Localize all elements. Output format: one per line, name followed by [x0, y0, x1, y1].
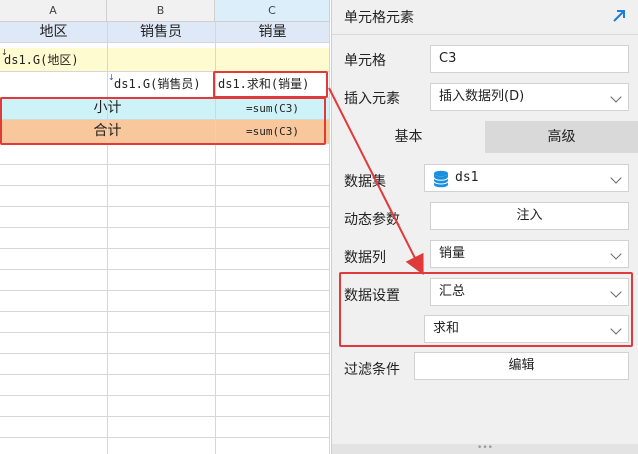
insert-element-value: 插入数据列(D) — [439, 89, 525, 104]
cell-b1[interactable]: 销售员 — [107, 22, 215, 43]
tab-bar: 基本 高级 — [332, 121, 638, 153]
cell-c3[interactable]: ds1.求和(销量) — [218, 74, 328, 95]
aggregate-function-dropdown[interactable]: 求和 — [424, 315, 629, 343]
data-row: ↓ ds1.G(销售员) ds1.求和(销量) — [0, 72, 330, 98]
dynamic-param-label: 动态参数 — [344, 212, 400, 228]
column-header-a[interactable]: A — [0, 0, 107, 22]
cell-a2[interactable]: ds1.G(地区) — [4, 50, 304, 71]
cell-a1[interactable]: 地区 — [0, 22, 107, 43]
tab-basic[interactable]: 基本 — [332, 121, 485, 153]
chevron-down-icon — [610, 248, 622, 260]
resize-handle[interactable]: ••• — [332, 444, 638, 454]
spreadsheet-grid[interactable]: A B C 地区 销售员 销量 ↓ ds1.G(地区) ↓ ds1.G(销售员)… — [0, 0, 330, 454]
grid-line — [107, 22, 108, 454]
data-setting-label: 数据设置 — [344, 288, 400, 304]
empty-row[interactable] — [0, 312, 330, 333]
chevron-down-icon — [610, 286, 622, 298]
data-column-dropdown[interactable]: 销量 — [430, 240, 629, 268]
cell-total-formula[interactable]: =sum(C3) — [215, 121, 330, 142]
empty-row[interactable] — [0, 228, 330, 249]
data-setting-dropdown[interactable]: 汇总 — [430, 278, 629, 306]
cell-b3[interactable]: ds1.G(销售员) — [114, 74, 214, 95]
data-setting-value: 汇总 — [439, 284, 466, 299]
empty-row[interactable] — [0, 144, 330, 165]
empty-row[interactable] — [0, 438, 330, 454]
database-icon — [433, 170, 449, 188]
chevron-down-icon — [610, 91, 622, 103]
insert-element-dropdown[interactable]: 插入数据列(D) — [430, 83, 629, 111]
cell-subtotal-formula[interactable]: =sum(C3) — [215, 98, 330, 119]
tab-advanced[interactable]: 高级 — [485, 121, 638, 153]
cell-element-panel: 单元格元素 单元格 C3 插入元素 插入数据列(D) 基本 高级 数据集 ds1… — [331, 0, 638, 454]
empty-row[interactable] — [0, 417, 330, 438]
region-row: ↓ ds1.G(地区) — [0, 48, 330, 72]
empty-row[interactable] — [0, 333, 330, 354]
empty-row[interactable] — [0, 354, 330, 375]
data-column-label: 数据列 — [344, 250, 386, 266]
cell-label: 单元格 — [344, 53, 386, 69]
aggregate-function-value: 求和 — [433, 321, 460, 336]
dataset-dropdown[interactable]: ds1 — [424, 164, 629, 192]
diagonal-arrow-icon[interactable] — [610, 7, 628, 25]
dataset-label: 数据集 — [344, 174, 386, 190]
header-row: 地区 销售员 销量 — [0, 22, 330, 43]
filter-label: 过滤条件 — [344, 362, 400, 378]
empty-row[interactable] — [0, 249, 330, 270]
empty-row[interactable] — [0, 396, 330, 417]
data-column-value: 销量 — [439, 246, 466, 261]
panel-title: 单元格元素 — [344, 10, 414, 26]
empty-row[interactable] — [0, 207, 330, 228]
panel-header: 单元格元素 — [332, 0, 638, 35]
grid-line — [215, 22, 216, 454]
column-header-b[interactable]: B — [107, 0, 215, 22]
empty-row[interactable] — [0, 375, 330, 396]
empty-row[interactable] — [0, 186, 330, 207]
empty-row[interactable] — [0, 165, 330, 186]
cell-address-input[interactable]: C3 — [430, 45, 629, 73]
empty-row[interactable] — [0, 270, 330, 291]
subtotal-row: 小计 =sum(C3) — [0, 98, 330, 120]
chevron-down-icon — [610, 172, 622, 184]
inject-button[interactable]: 注入 — [430, 202, 629, 230]
insert-element-label: 插入元素 — [344, 91, 400, 107]
dataset-value: ds1 — [455, 170, 479, 185]
cell-c1[interactable]: 销量 — [215, 22, 330, 43]
chevron-down-icon — [610, 323, 622, 335]
total-row: 合计 =sum(C3) — [0, 120, 330, 144]
column-header-c[interactable]: C — [215, 0, 330, 22]
edit-filter-button[interactable]: 编辑 — [414, 352, 629, 380]
grid-line — [329, 22, 330, 454]
empty-row[interactable] — [0, 291, 330, 312]
